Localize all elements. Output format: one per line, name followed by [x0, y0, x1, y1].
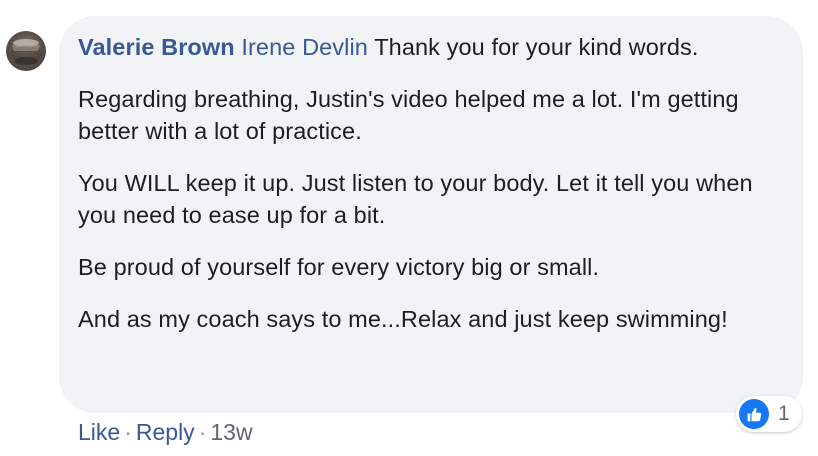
- mention-link[interactable]: Irene Devlin: [241, 34, 368, 60]
- timestamp-link[interactable]: 13w: [210, 419, 252, 445]
- comment-bubble: Valerie Brown Irene Devlin Thank you for…: [59, 16, 803, 413]
- avatar[interactable]: [6, 31, 46, 71]
- separator-dot: ·: [198, 419, 207, 445]
- reaction-count: 1: [778, 402, 790, 425]
- comment-paragraph: Be proud of yourself for every victory b…: [78, 254, 600, 280]
- author-name-link[interactable]: Valerie Brown: [78, 34, 235, 60]
- comment-first-text: Thank you for your kind words.: [367, 34, 699, 60]
- reaction-summary[interactable]: 1: [736, 396, 802, 432]
- like-button[interactable]: Like: [78, 419, 120, 445]
- avatar-image: [10, 39, 42, 65]
- comment-paragraph: And as my coach says to me...Relax and j…: [78, 306, 728, 332]
- comment-first-paragraph: Valerie Brown Irene Devlin Thank you for…: [78, 31, 763, 63]
- thumbs-up-icon: [739, 399, 769, 429]
- separator-dot: ·: [124, 419, 132, 445]
- comment-actions: Like · Reply · 13w: [78, 418, 253, 446]
- comment-paragraph: Regarding breathing, Justin's video help…: [78, 86, 739, 144]
- reply-button[interactable]: Reply: [136, 419, 195, 445]
- comment-paragraph: You WILL keep it up. Just listen to your…: [78, 170, 753, 228]
